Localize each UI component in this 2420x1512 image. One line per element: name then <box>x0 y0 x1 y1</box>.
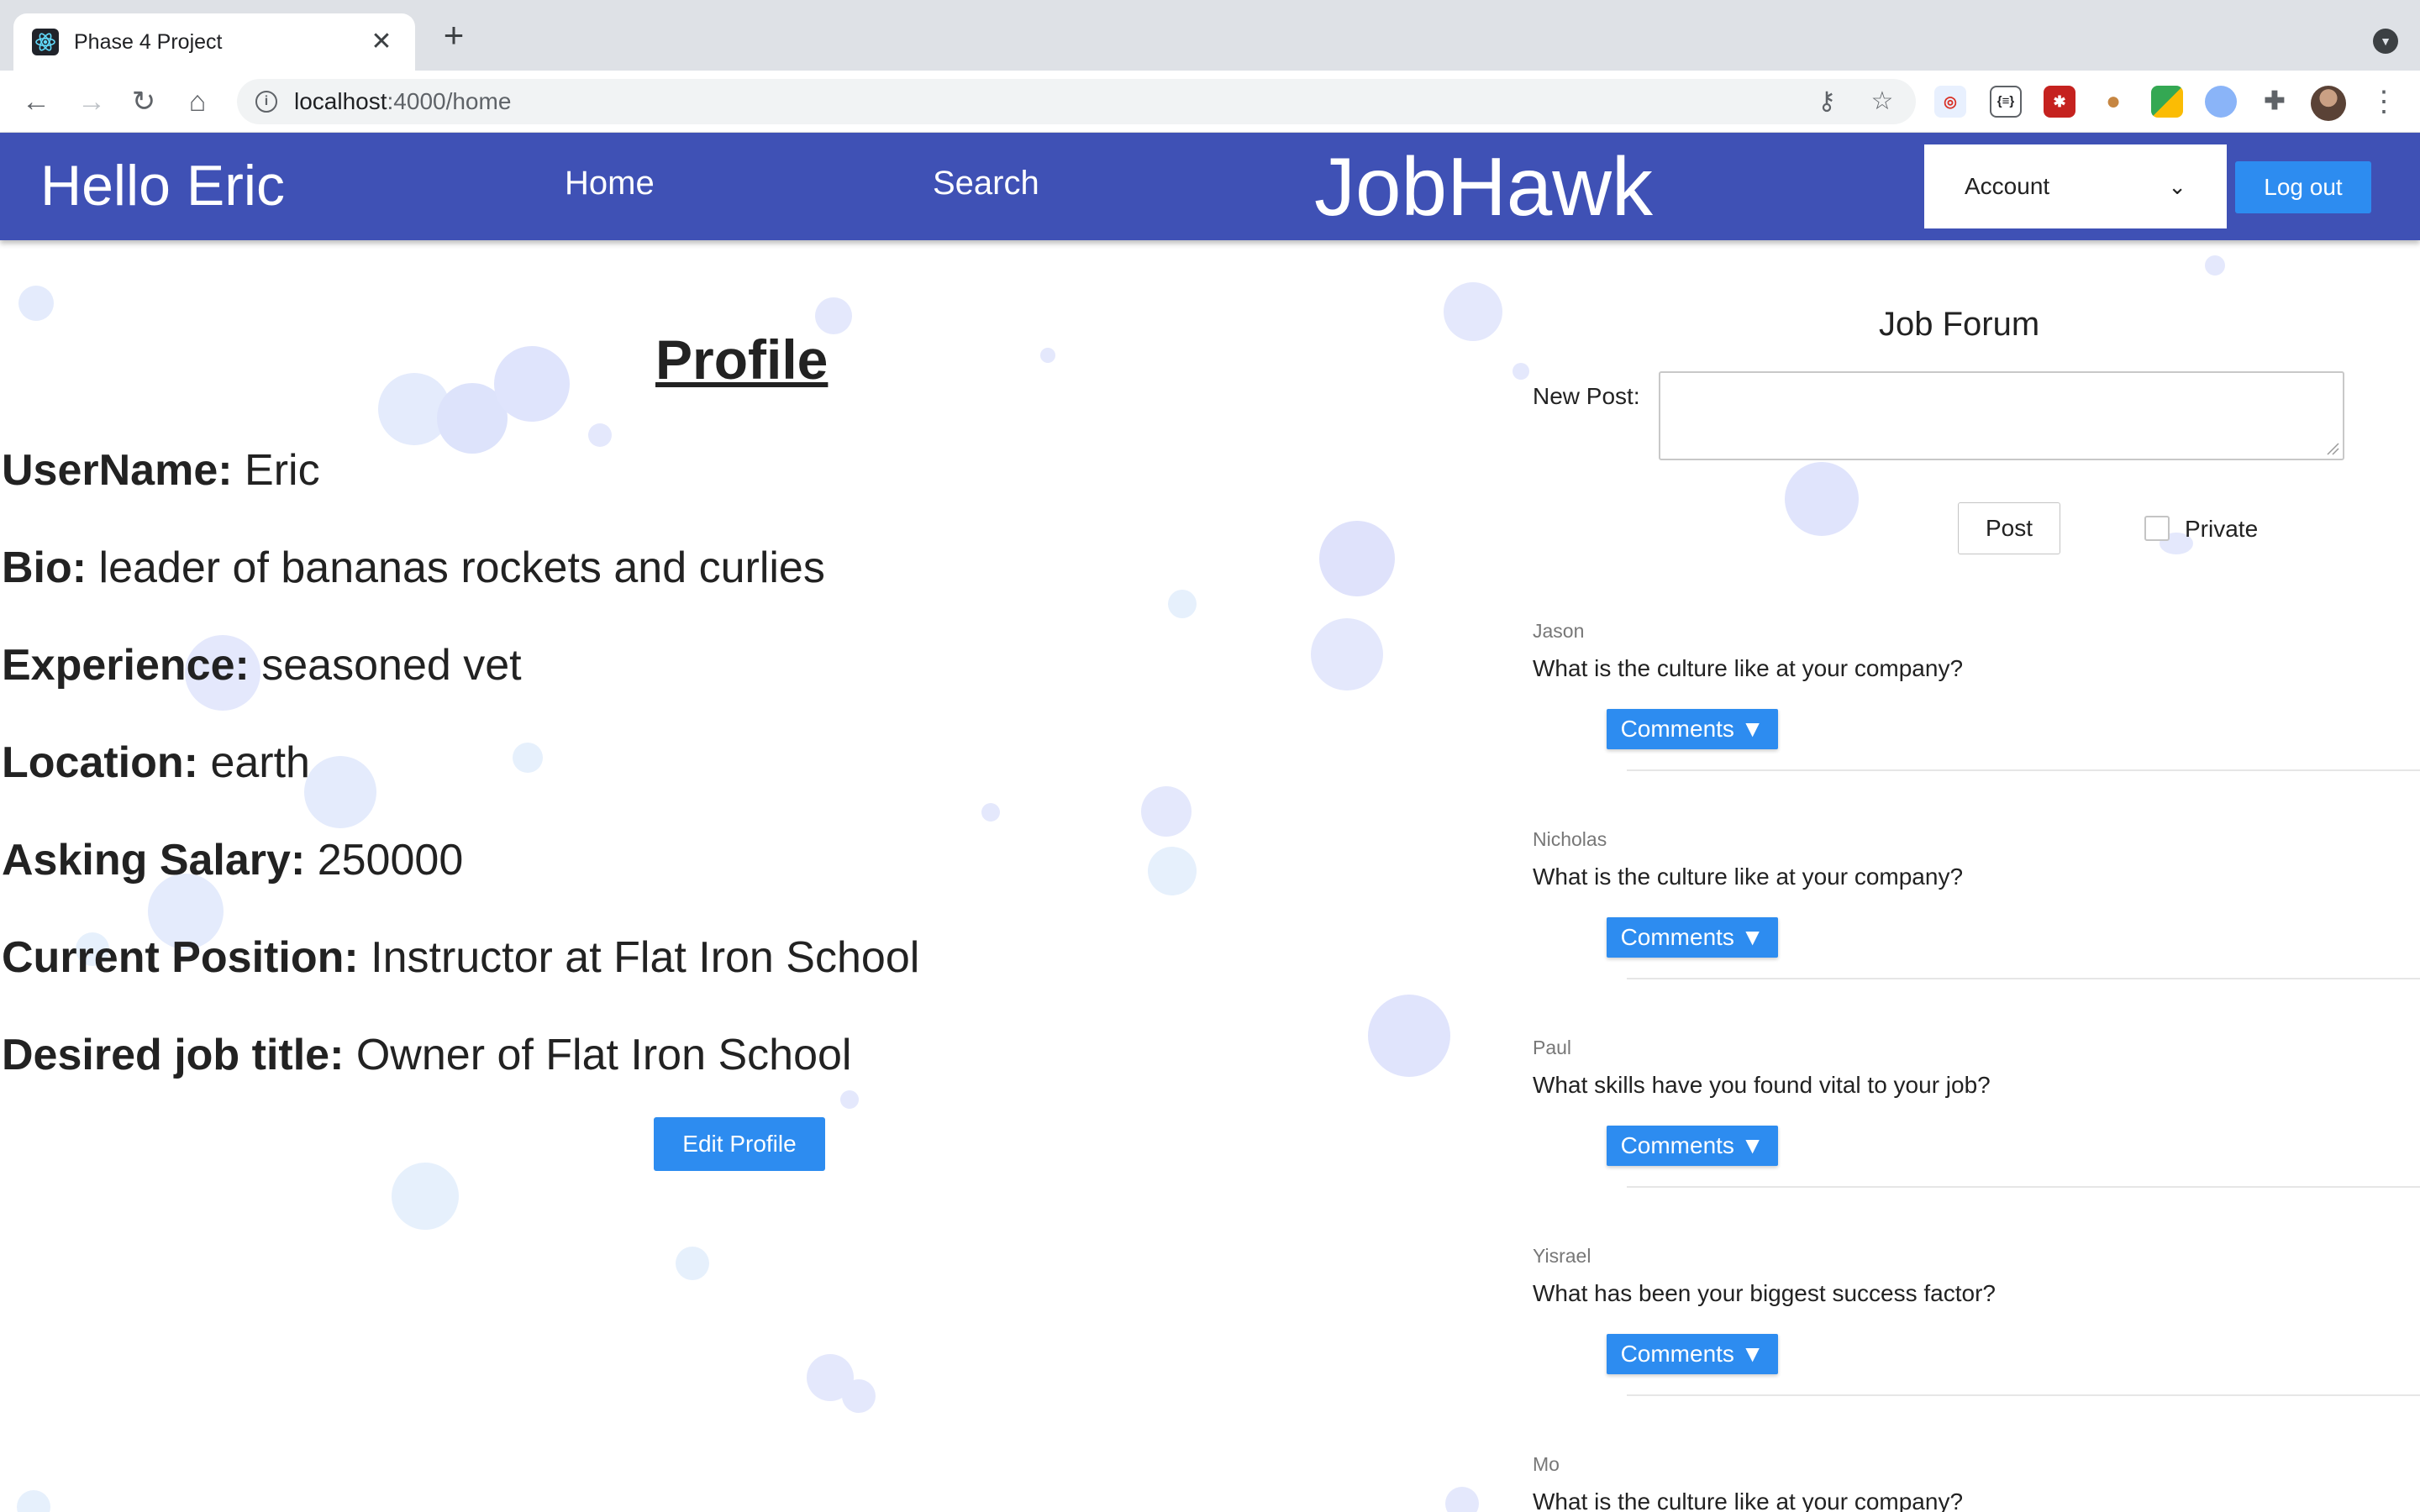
profile-title: Profile <box>655 328 829 391</box>
profile-field-experience: Experience: seasoned vet <box>2 641 522 690</box>
extensions-puzzle-icon[interactable]: ✚ <box>2259 86 2291 118</box>
extension-json-icon[interactable]: {≡} <box>1990 86 2022 118</box>
back-arrow-icon[interactable]: ← <box>18 84 54 119</box>
account-dropdown[interactable]: Account ⌄ <box>1924 144 2227 228</box>
post-divider <box>1627 769 2420 771</box>
new-post-label: New Post: <box>1533 383 1640 409</box>
extension-blue-circle-icon[interactable] <box>2205 86 2237 118</box>
private-label: Private <box>2185 516 2259 542</box>
app-navbar: Hello Eric Home Search JobHawk Account ⌄… <box>0 133 2420 240</box>
nav-home-link[interactable]: Home <box>565 165 655 202</box>
nav-search-link[interactable]: Search <box>933 165 1039 202</box>
tab-title: Phase 4 Project <box>74 29 223 54</box>
post-text: What is the culture like at your company… <box>1533 1488 1964 1512</box>
post-author: Mo <box>1533 1453 1560 1475</box>
forum-post: Jason What is the culture like at your c… <box>1533 620 2420 828</box>
extension-red-icon[interactable]: ✱ <box>2044 86 2075 118</box>
post-text: What is the culture like at your company… <box>1533 864 1964 890</box>
profile-field-current-position: Current Position: Instructor at Flat Iro… <box>2 933 920 982</box>
private-checkbox[interactable] <box>2144 516 2170 541</box>
comments-toggle-button[interactable]: Comments ▼ <box>1607 1334 1778 1374</box>
tab-close-icon[interactable]: ✕ <box>366 27 397 57</box>
extension-glasses-icon[interactable]: ◎ <box>1934 86 1966 118</box>
extension-cookie-icon[interactable]: ● <box>2097 86 2129 118</box>
logout-button[interactable]: Log out <box>2235 161 2371 213</box>
profile-field-username: UserName: Eric <box>2 446 320 495</box>
react-favicon-icon <box>32 29 59 55</box>
post-text: What has been your biggest success facto… <box>1533 1280 1996 1306</box>
resize-handle-icon[interactable] <box>2326 442 2339 455</box>
profile-panel: Profile UserName: Eric Bio: leader of ba… <box>0 240 1479 1512</box>
profile-avatar[interactable] <box>2311 86 2346 121</box>
new-tab-button[interactable]: + <box>437 18 471 53</box>
url-text[interactable]: localhost:4000/home <box>294 88 511 115</box>
browser-tab[interactable]: Phase 4 Project ✕ <box>13 13 415 71</box>
account-label: Account <box>1965 173 2050 199</box>
post-text: What skills have you found vital to your… <box>1533 1072 1991 1098</box>
forum-post: Paul What skills have you found vital to… <box>1533 1037 2420 1245</box>
post-author: Yisrael <box>1533 1245 1591 1267</box>
post-divider <box>1627 1394 2420 1396</box>
post-button[interactable]: Post <box>1958 502 2060 554</box>
greeting: Hello Eric <box>40 154 285 218</box>
reload-icon[interactable]: ↻ <box>126 84 161 119</box>
site-info-icon[interactable]: i <box>255 91 277 113</box>
edit-profile-button[interactable]: Edit Profile <box>654 1117 825 1171</box>
new-post-textarea[interactable] <box>1659 371 2344 460</box>
comments-toggle-button[interactable]: Comments ▼ <box>1607 709 1778 749</box>
browser-menu-icon[interactable]: ⋮ <box>2370 84 2398 119</box>
tab-search-icon[interactable]: ▼ <box>2373 29 2398 54</box>
forum-post: Nicholas What is the culture like at you… <box>1533 828 2420 1037</box>
key-icon[interactable]: ⚷ <box>1812 86 1842 118</box>
profile-field-location: Location: earth <box>2 738 310 787</box>
comments-toggle-button[interactable]: Comments ▼ <box>1607 1126 1778 1166</box>
post-author: Paul <box>1533 1037 1572 1058</box>
post-text: What is the culture like at your company… <box>1533 655 1964 681</box>
home-icon[interactable]: ⌂ <box>180 84 215 119</box>
post-author: Jason <box>1533 620 1585 642</box>
profile-field-asking-salary: Asking Salary: 250000 <box>2 836 464 885</box>
browser-toolbar: ← → ↻ ⌂ i localhost:4000/home ⚷ ☆ ◎ {≡} … <box>0 71 2420 133</box>
post-divider <box>1627 1186 2420 1188</box>
job-forum-panel: Job Forum New Post: Post Private Jason W… <box>1479 240 2420 1512</box>
brand-title: JobHawk <box>1314 140 1654 233</box>
comments-toggle-button[interactable]: Comments ▼ <box>1607 917 1778 958</box>
profile-field-bio: Bio: leader of bananas rockets and curli… <box>2 543 825 592</box>
forum-post: Yisrael What has been your biggest succe… <box>1533 1245 2420 1453</box>
post-divider <box>1627 978 2420 979</box>
bookmark-star-icon[interactable]: ☆ <box>1867 86 1897 118</box>
extension-colorful-icon[interactable] <box>2151 86 2183 118</box>
post-author: Nicholas <box>1533 828 1607 850</box>
forward-arrow-icon[interactable]: → <box>74 84 109 119</box>
address-bar[interactable]: i localhost:4000/home ⚷ ☆ <box>237 79 1916 124</box>
forum-title: Job Forum <box>1879 306 2040 343</box>
browser-tabstrip: Phase 4 Project ✕ + ▼ <box>0 0 2420 71</box>
profile-field-desired-job-title: Desired job title: Owner of Flat Iron Sc… <box>2 1031 852 1079</box>
forum-post: Mo What is the culture like at your comp… <box>1533 1453 2420 1512</box>
chevron-down-icon: ⌄ <box>2168 173 2186 199</box>
